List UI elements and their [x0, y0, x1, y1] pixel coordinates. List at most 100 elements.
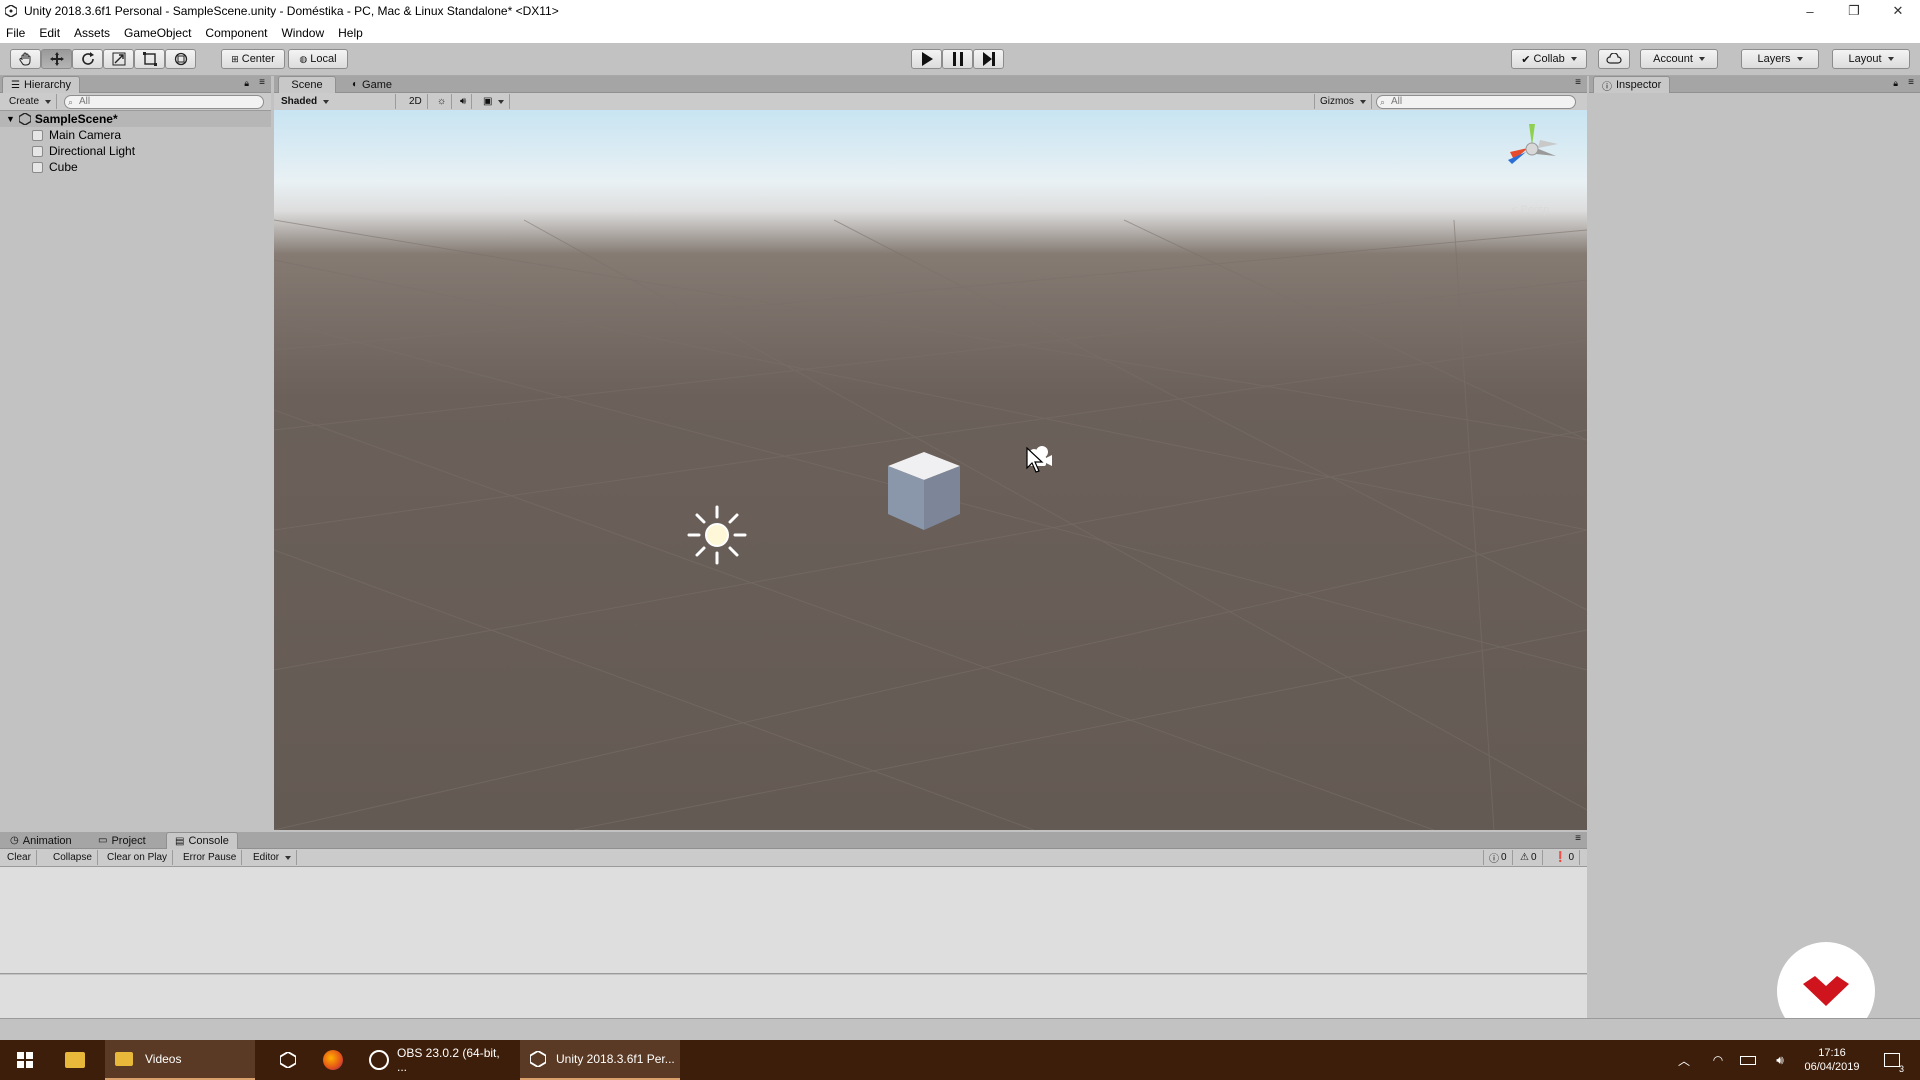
console-log-list[interactable]	[0, 867, 1587, 974]
hierarchy-item-main-camera[interactable]: Main Camera	[0, 127, 121, 143]
tab-scene[interactable]: Scene	[278, 76, 336, 93]
windows-logo-icon	[17, 1052, 33, 1068]
firefox-icon	[323, 1050, 343, 1070]
rotate-tool-button[interactable]	[72, 49, 103, 69]
panel-menu-icon[interactable]: ≡	[1575, 77, 1581, 88]
tab-console[interactable]: ▤ Console	[166, 832, 238, 849]
taskbar-unity-editor[interactable]: Unity 2018.3.6f1 Per...	[520, 1040, 680, 1080]
hierarchy-search-input[interactable]: ⌕ All	[64, 95, 264, 109]
tab-game[interactable]: ◐ Game	[344, 76, 400, 93]
clear-button[interactable]: Clear	[2, 850, 37, 865]
scene-viewport[interactable]: < Persp	[274, 110, 1587, 830]
cloud-button[interactable]	[1598, 49, 1630, 69]
effects-dropdown[interactable]: ▣	[478, 94, 511, 109]
taskbar-videos[interactable]: Videos	[105, 1040, 255, 1080]
expand-arrow-icon[interactable]: ▼	[6, 114, 15, 124]
battery-tray[interactable]	[1736, 1040, 1760, 1080]
pivot-label: Center	[241, 53, 275, 65]
wifi-icon: ◠	[1712, 1053, 1724, 1067]
gameobject-icon	[32, 145, 43, 157]
lighting-toggle[interactable]: ☼	[432, 94, 453, 109]
menu-assets[interactable]: Assets	[74, 26, 110, 40]
gizmos-dropdown[interactable]: Gizmos	[1314, 94, 1372, 109]
menu-edit[interactable]: Edit	[39, 26, 60, 40]
speaker-icon: 🔊︎	[460, 96, 467, 107]
lock-icon[interactable]: 🔒︎	[244, 78, 249, 89]
directional-light-gizmo[interactable]	[685, 503, 749, 567]
tab-inspector[interactable]: ⓘ Inspector	[1593, 76, 1671, 93]
tab-hierarchy[interactable]: ☰ Hierarchy	[2, 76, 81, 93]
collapse-button[interactable]: Collapse	[48, 850, 98, 865]
projection-label[interactable]: < Persp	[1511, 204, 1549, 216]
play-button[interactable]	[911, 49, 942, 69]
panel-menu-icon[interactable]: ≡	[259, 77, 265, 88]
transform-tool-button[interactable]	[165, 49, 196, 69]
clear-on-play-button[interactable]: Clear on Play	[102, 850, 174, 865]
info-count-toggle[interactable]: ⓘ 0	[1483, 850, 1513, 865]
volume-tray[interactable]: 🔊︎	[1768, 1040, 1792, 1080]
console-detail-area[interactable]	[0, 975, 1587, 1018]
close-button[interactable]: ✕	[1876, 0, 1920, 22]
layout-dropdown[interactable]: Layout	[1832, 49, 1910, 69]
taskbar-obs[interactable]: OBS 23.0.2 (64-bit, ...	[363, 1040, 513, 1080]
network-tray[interactable]: ◠	[1706, 1040, 1730, 1080]
create-label: Create	[9, 96, 40, 107]
create-dropdown[interactable]: Create	[4, 94, 58, 109]
cloud-icon	[1606, 53, 1622, 64]
menu-gameobject[interactable]: GameObject	[124, 26, 191, 40]
hierarchy-item-cube[interactable]: Cube	[0, 159, 78, 175]
minimize-button[interactable]: –	[1788, 0, 1832, 22]
action-center-button[interactable]: 3	[1876, 1040, 1908, 1080]
taskbar-unity-hub[interactable]	[273, 1040, 303, 1080]
main-toolbar: ⊞ Center ◍ Local ✔ Collab Account Layers…	[0, 43, 1920, 76]
chevron-up-icon: ︿	[1677, 1053, 1690, 1068]
menu-help[interactable]: Help	[338, 26, 363, 40]
error-count-toggle[interactable]: ❗ 0	[1549, 850, 1581, 865]
cube-object[interactable]	[886, 452, 962, 532]
start-button[interactable]	[10, 1040, 40, 1080]
panel-menu-icon[interactable]: ≡	[1575, 833, 1581, 844]
menu-bar: File Edit Assets GameObject Component Wi…	[0, 22, 1920, 43]
2d-toggle[interactable]: 2D	[404, 94, 428, 109]
scene-tab-label: Scene	[291, 79, 323, 91]
pivot-center-toggle[interactable]: ⊞ Center	[221, 49, 285, 69]
pause-button[interactable]	[942, 49, 973, 69]
layers-dropdown[interactable]: Layers	[1741, 49, 1819, 69]
error-pause-button[interactable]: Error Pause	[178, 850, 243, 865]
editor-dropdown[interactable]: Editor	[248, 850, 298, 865]
move-tool-button[interactable]	[41, 49, 72, 69]
tab-animation[interactable]: ◷ Animation	[2, 832, 80, 849]
menu-file[interactable]: File	[6, 26, 25, 40]
scale-tool-button[interactable]	[103, 49, 134, 69]
tab-project[interactable]: ▭ Project	[90, 832, 154, 849]
account-label: Account	[1653, 53, 1693, 65]
warning-count-toggle[interactable]: ⚠ 0	[1515, 850, 1543, 865]
folder-icon: ▭	[98, 835, 108, 846]
clock[interactable]: 17:16 06/04/2019	[1800, 1040, 1864, 1080]
step-button[interactable]	[973, 49, 1004, 69]
taskbar-file-explorer[interactable]	[60, 1040, 90, 1080]
orientation-gizmo[interactable]	[1500, 120, 1570, 180]
inspector-body	[1589, 93, 1920, 1018]
unity-logo-icon	[280, 1052, 296, 1068]
pivot-local-toggle[interactable]: ◍ Local	[288, 49, 348, 69]
menu-window[interactable]: Window	[281, 26, 324, 40]
info-icon: ⓘ	[1602, 81, 1612, 93]
hierarchy-item-directional-light[interactable]: Directional Light	[0, 143, 135, 159]
collab-dropdown[interactable]: ✔ Collab	[1511, 49, 1587, 69]
scene-root-row[interactable]: ▼ SampleScene*	[0, 111, 271, 127]
panel-menu-icon[interactable]: ≡	[1908, 77, 1914, 88]
audio-toggle[interactable]: 🔊︎	[455, 94, 473, 109]
error-icon: ❗	[1554, 852, 1567, 863]
hand-tool-button[interactable]	[10, 49, 41, 69]
lock-icon[interactable]: 🔒︎	[1893, 78, 1898, 89]
hierarchy-toolbar: Create ⌕ All	[0, 93, 271, 111]
shading-mode-dropdown[interactable]: Shaded	[276, 94, 396, 109]
scene-search-input[interactable]: ⌕ All	[1376, 95, 1576, 109]
maximize-button[interactable]: ❐	[1832, 0, 1876, 22]
menu-component[interactable]: Component	[205, 26, 267, 40]
account-dropdown[interactable]: Account	[1640, 49, 1718, 69]
taskbar-firefox[interactable]	[318, 1040, 348, 1080]
rect-tool-button[interactable]	[134, 49, 165, 69]
show-hidden-icons[interactable]: ︿	[1674, 1040, 1694, 1080]
